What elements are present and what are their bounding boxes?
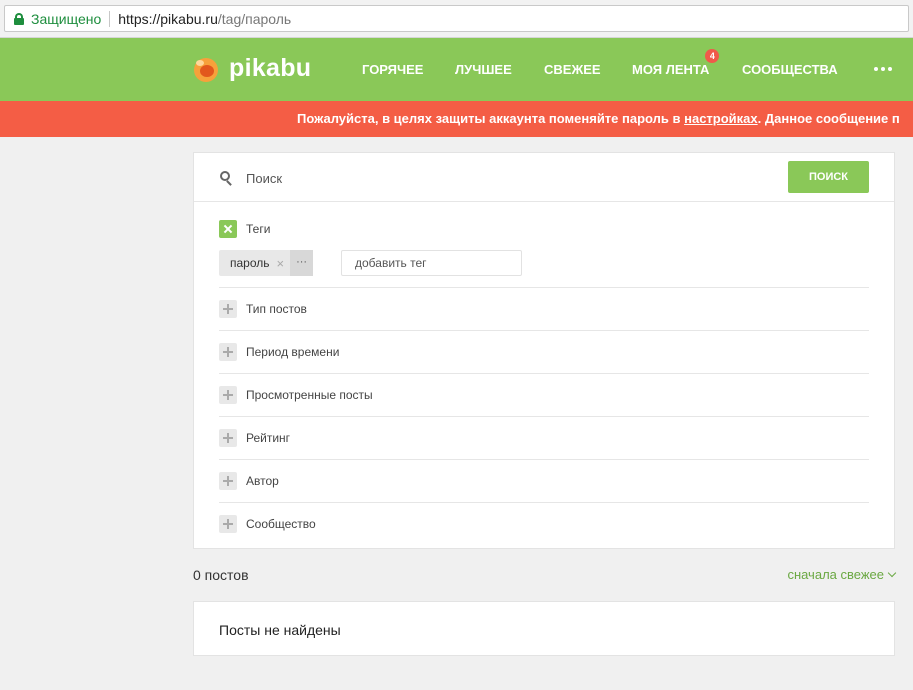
tags-filter-header[interactable]: Теги [219,220,270,238]
url-field[interactable]: Защищено https://pikabu.ru/tag/пароль [4,5,909,32]
filter-label: Тип постов [246,302,307,316]
filter-label: Автор [246,474,279,488]
chevron-down-icon [887,568,897,577]
filter-author[interactable]: Автор [219,459,869,502]
search-row: ПОИСК [194,153,894,202]
filter-label: Рейтинг [246,431,291,445]
nav-my-feed[interactable]: МОЯ ЛЕНТА 4 [632,49,720,77]
search-icon [220,171,233,186]
tag-options-icon[interactable]: ··· [290,250,314,276]
nav-communities[interactable]: СООБЩЕСТВА [742,62,838,77]
logo[interactable]: pikabu [192,54,311,83]
search-card: ПОИСК Теги пароль × ··· Тип постов Перио… [193,152,895,549]
nav-best[interactable]: ЛУЧШЕЕ [455,62,512,77]
sort-dropdown[interactable]: сначала свежее [787,567,897,582]
separator [109,10,111,27]
more-menu-icon[interactable] [874,67,892,71]
lock-icon [14,12,24,25]
banner-text-after: . Данное сообщение п [757,111,900,126]
plus-icon [219,472,237,490]
empty-results: Посты не найдены [193,601,895,656]
plus-icon [219,515,237,533]
password-warning-banner: Пожалуйста, в целях защиты аккаунта поме… [0,101,913,137]
nav-my-feed-label: МОЯ ЛЕНТА [632,62,710,77]
search-button[interactable]: ПОИСК [788,161,869,193]
plus-icon [219,343,237,361]
plus-icon [219,429,237,447]
nav-hot[interactable]: ГОРЯЧЕЕ [362,62,423,77]
feed-count-badge: 4 [705,49,720,63]
remove-tag-icon[interactable]: × [277,256,285,271]
nav-fresh[interactable]: СВЕЖЕЕ [544,62,601,77]
settings-link[interactable]: настройках [684,111,758,126]
plus-icon [219,300,237,318]
site-header: pikabu ГОРЯЧЕЕ ЛУЧШЕЕ СВЕЖЕЕ МОЯ ЛЕНТА 4… [0,38,913,101]
post-count: 0 постов [193,567,249,583]
url-host: https://pikabu.ru [118,10,218,27]
empty-message: Посты не найдены [219,622,341,638]
secure-label: Защищено [31,10,102,27]
tags-label: Теги [246,222,271,236]
browser-address-bar: Защищено https://pikabu.ru/tag/пароль [0,0,913,38]
filter-label: Период времени [246,345,340,359]
filter-rating[interactable]: Рейтинг [219,416,869,459]
tag-chip: пароль × ··· [219,250,314,276]
plus-icon [219,386,237,404]
banner-text: Пожалуйста, в целях защиты аккаунта поме… [297,101,900,137]
logo-text: pikabu [229,54,312,82]
filter-post-type[interactable]: Тип постов [219,287,869,330]
sort-label: сначала свежее [787,567,884,582]
tag-name: пароль [230,256,270,270]
filter-label: Сообщество [246,517,316,531]
filter-community[interactable]: Сообщество [219,502,869,545]
banner-text-before: Пожалуйста, в целях защиты аккаунта поме… [297,111,685,126]
search-input[interactable] [246,165,766,191]
filter-viewed-posts[interactable]: Просмотренные посты [219,373,869,416]
filter-label: Просмотренные посты [246,388,373,402]
filter-time-period[interactable]: Период времени [219,330,869,373]
pikabu-logo-icon [192,55,220,83]
add-tag-input[interactable] [341,250,522,276]
close-icon[interactable] [219,220,237,238]
url-path: /tag/пароль [217,10,292,27]
